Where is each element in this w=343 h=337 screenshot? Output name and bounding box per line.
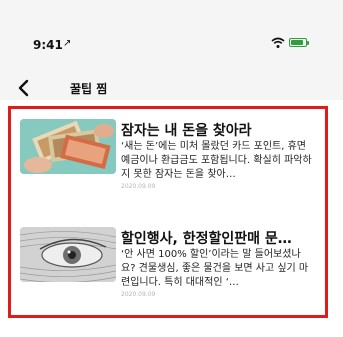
tip-card[interactable]: 잠자는 내 돈을 찾아라 ‘새는 돈’에는 미처 몰랐던 카드 포인트, 휴면예… <box>0 115 312 200</box>
back-arrow-icon[interactable] <box>16 79 32 97</box>
tip-card[interactable]: 할인행사, 한정할인판매 문… ‘안 사면 100% 할인’이라는 말 들어보셨… <box>0 223 308 308</box>
card-date: 2020.09.09 <box>121 183 156 190</box>
wifi-icon <box>271 37 285 48</box>
nav-header <box>0 56 343 100</box>
location-icon: ↗ <box>63 38 72 49</box>
banknote-eye-thumbnail <box>20 227 116 282</box>
money-thumbnail <box>20 119 116 174</box>
card-date: 2020.09.09 <box>121 291 156 298</box>
status-time: 9:41 <box>33 38 63 52</box>
page-title: 꿀팁 찜 <box>70 82 108 96</box>
card-body: ‘새는 돈’에는 미처 몰랐던 카드 포인트, 휴면예금이나 환급금도 포함됩니… <box>121 141 312 180</box>
card-title: 할인행사, 한정할인판매 문… <box>121 231 292 247</box>
card-title: 잠자는 내 돈을 찾아라 <box>121 123 252 139</box>
card-body: ‘안 사면 100% 할인’이라는 말 들어보셨나요? 견물생심, 좋은 물건을… <box>121 249 309 288</box>
battery-icon <box>289 38 309 47</box>
